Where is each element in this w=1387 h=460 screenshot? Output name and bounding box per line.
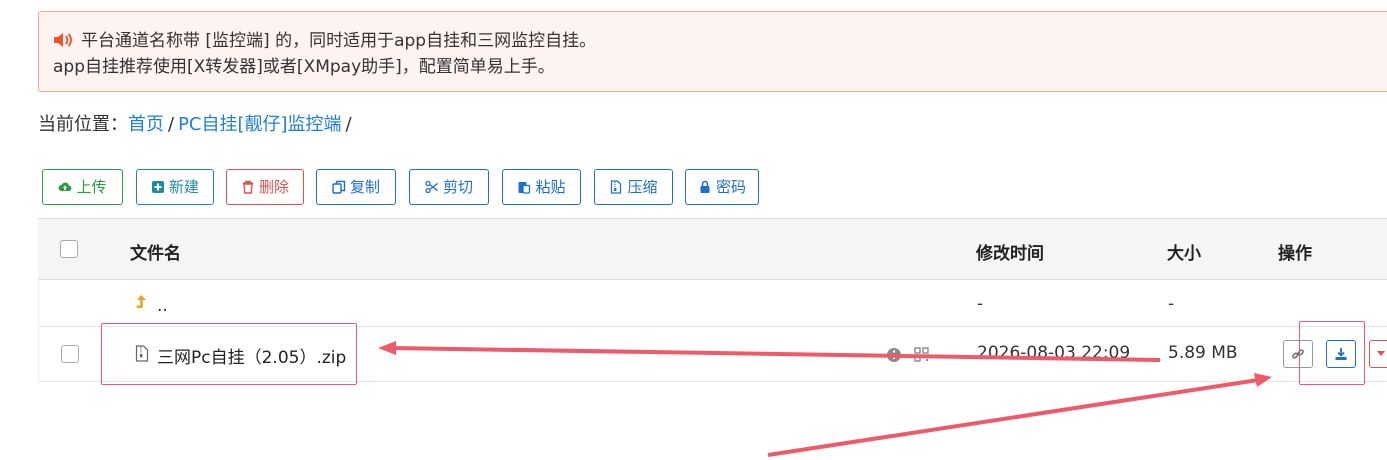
breadcrumb: 当前位置：首页 / PC自挂[靓仔]监控端 /: [38, 112, 356, 138]
delete-label: 删除: [258, 178, 289, 196]
header-filename[interactable]: 文件名: [130, 239, 181, 264]
row-checkbox[interactable]: [61, 345, 79, 363]
password-label: 密码: [715, 178, 746, 196]
lock-icon: [700, 180, 710, 193]
cloud-upload-icon: [58, 182, 72, 191]
cut-button[interactable]: 剪切: [409, 169, 489, 205]
parent-dir-name[interactable]: ..: [157, 296, 168, 316]
paste-label: 粘贴: [535, 178, 566, 196]
plus-square-icon: [151, 181, 164, 193]
breadcrumb-separator: /: [345, 114, 352, 135]
delete-button[interactable]: 删除: [226, 169, 304, 205]
compress-label: 压缩: [627, 178, 658, 196]
annotation-highlight-file: [101, 323, 357, 385]
password-button[interactable]: 密码: [685, 169, 759, 205]
header-size[interactable]: 大小: [1167, 239, 1201, 264]
copy-label: 复制: [349, 178, 380, 196]
copy-icon: [332, 180, 346, 194]
notice-text-1: 平台通道名称带 [监控端] 的，同时适用于app自挂和三网监控自挂。: [81, 31, 597, 51]
header-modified[interactable]: 修改时间: [976, 239, 1044, 264]
info-icon[interactable]: [886, 347, 902, 363]
parent-size: -: [1168, 294, 1175, 314]
upload-button[interactable]: 上传: [42, 169, 123, 205]
file-size: 5.89 MB: [1168, 343, 1238, 363]
breadcrumb-separator: /: [168, 114, 175, 135]
new-label: 新建: [168, 178, 199, 196]
caret-down-icon: [1377, 351, 1385, 356]
annotation-highlight-download: [1299, 321, 1365, 385]
upload-label: 上传: [76, 178, 107, 196]
qrcode-icon[interactable]: [914, 347, 929, 362]
more-dropdown-button[interactable]: [1369, 340, 1387, 368]
header-actions: 操作: [1278, 244, 1312, 264]
clipboard-icon: [518, 182, 531, 194]
notice-text-2: app自挂推荐使用[X转发器]或者[XMpay助手]，配置简单易上手。: [53, 57, 555, 77]
paste-button[interactable]: 粘贴: [502, 169, 581, 205]
scissors-icon: [425, 180, 439, 194]
file-modified: 2026-08-03 22:09: [977, 343, 1131, 363]
file-zip-icon: [611, 180, 622, 194]
annotation-arrow-to-download: [767, 378, 1259, 457]
notice-line-1: 平台通道名称带 [监控端] 的，同时适用于app自挂和三网监控自挂。: [53, 28, 1383, 54]
cut-label: 剪切: [442, 178, 473, 196]
table-header: 文件名 修改时间 大小 操作: [38, 218, 1387, 280]
parent-modified: -: [977, 294, 984, 314]
speaker-icon: [54, 33, 72, 47]
trash-icon: [242, 180, 253, 194]
breadcrumb-label: 当前位置：: [38, 114, 128, 135]
breadcrumb-folder-link[interactable]: PC自挂[靓仔]监控端: [178, 114, 341, 135]
level-up-icon: [136, 295, 146, 308]
copy-button[interactable]: 复制: [316, 169, 396, 205]
table-row-parent[interactable]: .. - -: [38, 280, 1387, 327]
new-button[interactable]: 新建: [136, 169, 214, 205]
select-all-checkbox[interactable]: [60, 240, 78, 258]
breadcrumb-home-link[interactable]: 首页: [128, 114, 164, 135]
compress-button[interactable]: 压缩: [594, 169, 673, 205]
notice-alert: 平台通道名称带 [监控端] 的，同时适用于app自挂和三网监控自挂。 app自挂…: [38, 11, 1387, 92]
